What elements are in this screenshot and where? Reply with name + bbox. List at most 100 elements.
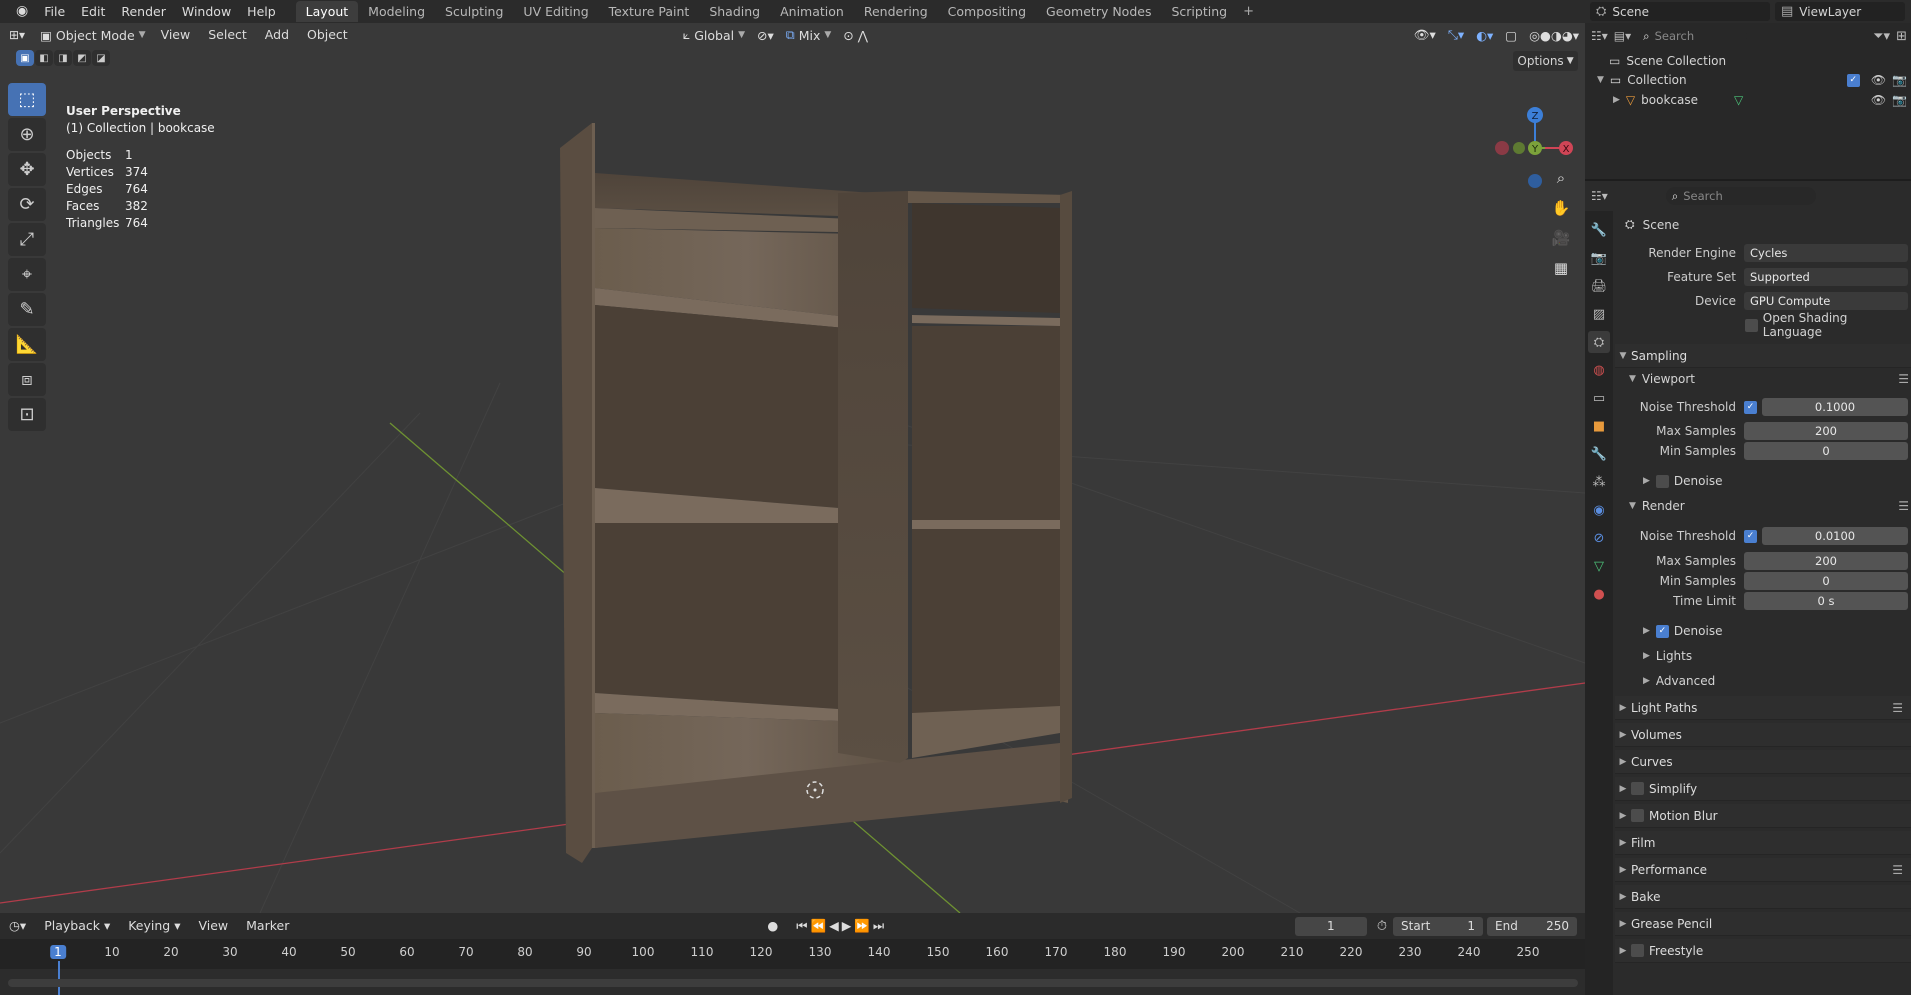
- r-denoise-row[interactable]: ▶ ✓ Denoise: [1643, 621, 1911, 641]
- simplify-checkbox[interactable]: [1631, 782, 1644, 795]
- 3d-viewport[interactable]: ⊞▾ ▣ Object Mode ▼ View Select Add Objec…: [0, 23, 1585, 913]
- collection-tab-icon[interactable]: ▭: [1588, 387, 1610, 409]
- scale-icon[interactable]: ⤢: [8, 223, 46, 256]
- filter-icon[interactable]: ⏷▾: [1873, 29, 1890, 44]
- panel-volumes[interactable]: ▶ Volumes: [1615, 723, 1911, 747]
- display-mode-icon[interactable]: ▤▾: [1614, 29, 1631, 43]
- particles-tab-icon[interactable]: ⁂: [1588, 471, 1610, 493]
- r-max-samples-field[interactable]: 200: [1744, 552, 1908, 570]
- r-noise-threshold-field[interactable]: 0.0100: [1762, 527, 1908, 545]
- pan-hand-icon[interactable]: ✋: [1548, 195, 1574, 221]
- panel-light-paths[interactable]: ▶ Light Paths ☰: [1615, 696, 1911, 720]
- panel-film[interactable]: ▶ Film: [1615, 831, 1911, 855]
- object-tab-icon[interactable]: ■: [1588, 415, 1610, 437]
- list-icon[interactable]: ☰: [1898, 499, 1909, 513]
- menu-timeline-view[interactable]: View: [189, 915, 237, 937]
- tool-tab-icon[interactable]: 🔧: [1588, 219, 1610, 241]
- panel-freestyle[interactable]: ▶ Freestyle: [1615, 939, 1911, 963]
- chevron-right-icon[interactable]: ▶: [1613, 95, 1620, 105]
- feature-set-select[interactable]: Supported: [1744, 268, 1908, 286]
- view-layer-tab-icon[interactable]: ▨: [1588, 303, 1610, 325]
- scene-tab-icon[interactable]: ⛭: [1588, 331, 1610, 353]
- move-icon[interactable]: ✥: [8, 153, 46, 186]
- mode-dropdown[interactable]: ▣ Object Mode ▼: [34, 25, 151, 45]
- tab-compositing[interactable]: Compositing: [938, 1, 1036, 22]
- chevron-down-icon[interactable]: ▼: [1597, 75, 1604, 85]
- menu-marker[interactable]: Marker: [237, 915, 298, 937]
- pivot-point-dropdown[interactable]: ⊘▾: [751, 25, 780, 45]
- current-frame-field[interactable]: 1: [1294, 916, 1367, 936]
- select-box-icon[interactable]: ⬚: [8, 83, 46, 116]
- outliner-row-collection[interactable]: ▼ ▭ Collection ✓ 👁 📷: [1597, 73, 1907, 87]
- proportional-edit-toggle[interactable]: ⊙ ⋀: [837, 25, 874, 45]
- r-min-samples-field[interactable]: 0: [1744, 572, 1908, 590]
- vp-denoise-checkbox[interactable]: [1655, 474, 1669, 488]
- vp-min-samples-field[interactable]: 0: [1744, 442, 1908, 460]
- new-collection-icon[interactable]: ⊞: [1896, 29, 1907, 44]
- physics-tab-icon[interactable]: ◉: [1588, 499, 1610, 521]
- tab-scripting[interactable]: Scripting: [1161, 1, 1237, 22]
- motion-blur-checkbox[interactable]: [1631, 809, 1644, 822]
- xray-toggle[interactable]: ▢: [1499, 25, 1523, 45]
- vp-max-samples-field[interactable]: 200: [1744, 422, 1908, 440]
- annotate-icon[interactable]: ✎: [8, 293, 46, 326]
- tab-uv-editing[interactable]: UV Editing: [513, 1, 598, 22]
- material-tab-icon[interactable]: ●: [1588, 583, 1610, 605]
- timeline-scrollbar[interactable]: [8, 979, 1578, 987]
- camera-icon[interactable]: 📷: [1892, 73, 1907, 87]
- advanced-subpanel[interactable]: ▶ Advanced: [1643, 671, 1911, 691]
- menu-render[interactable]: Render: [113, 0, 174, 23]
- panel-curves[interactable]: ▶ Curves: [1615, 750, 1911, 774]
- freestyle-checkbox[interactable]: [1631, 944, 1644, 957]
- playback-controls[interactable]: ⏮⏪◀▶⏩⏭: [787, 915, 896, 937]
- playhead-line[interactable]: [58, 961, 60, 995]
- list-icon[interactable]: ☰: [1898, 372, 1909, 386]
- add-workspace-icon[interactable]: +: [1237, 4, 1260, 19]
- tab-layout[interactable]: Layout: [295, 1, 359, 22]
- bookcase-mesh[interactable]: [560, 123, 1072, 863]
- tab-animation[interactable]: Animation: [770, 1, 854, 22]
- render-engine-select[interactable]: Cycles: [1744, 244, 1908, 262]
- eye-icon[interactable]: 👁: [1871, 93, 1886, 107]
- editor-type-icon[interactable]: ⊞▾: [0, 24, 34, 46]
- eye-icon[interactable]: 👁: [1871, 73, 1886, 87]
- panel-motion-blur[interactable]: ▶ Motion Blur: [1615, 804, 1911, 828]
- blender-logo-icon[interactable]: ◉: [8, 0, 36, 23]
- transform-orientation-dropdown[interactable]: ⟀ Global ▼: [677, 25, 751, 45]
- tab-modeling[interactable]: Modeling: [358, 1, 435, 22]
- gizmo-toggle[interactable]: ⤡▾: [1442, 25, 1470, 45]
- menu-file[interactable]: File: [36, 0, 73, 23]
- panel-bake[interactable]: ▶ Bake: [1615, 885, 1911, 909]
- timeline-editor-icon[interactable]: ◷▾: [0, 915, 35, 937]
- camera-icon[interactable]: 📷: [1892, 93, 1907, 107]
- menu-edit[interactable]: Edit: [73, 0, 113, 23]
- select-extend-icon[interactable]: ◧: [35, 50, 53, 66]
- overlay-toggle[interactable]: ◐▾: [1470, 25, 1499, 45]
- tab-texture-paint[interactable]: Texture Paint: [599, 1, 700, 22]
- grid-view-icon[interactable]: ▦: [1548, 255, 1574, 281]
- r-denoise-checkbox[interactable]: ✓: [1655, 624, 1669, 638]
- render-subpanel-header[interactable]: ▼ Render ☰: [1629, 496, 1911, 516]
- menu-add[interactable]: Add: [256, 24, 298, 46]
- list-icon[interactable]: ☰: [1892, 863, 1903, 877]
- r-noise-threshold-checkbox[interactable]: ✓: [1744, 529, 1757, 543]
- properties-editor-icon[interactable]: ☷▾: [1591, 189, 1608, 203]
- rotate-icon[interactable]: ⟳: [8, 188, 46, 221]
- visibility-dropdown[interactable]: 👁▾: [1408, 25, 1442, 45]
- menu-view[interactable]: View: [152, 24, 200, 46]
- tab-geometry-nodes[interactable]: Geometry Nodes: [1036, 1, 1161, 22]
- r-time-limit-field[interactable]: 0 s: [1744, 592, 1908, 610]
- view-layer-selector[interactable]: ▤ ViewLayer: [1775, 2, 1905, 21]
- render-tab-icon[interactable]: 📷: [1588, 247, 1610, 269]
- tab-sculpting[interactable]: Sculpting: [435, 1, 513, 22]
- sampling-panel-header[interactable]: ▼ Sampling: [1615, 344, 1911, 368]
- select-intersect-icon[interactable]: ◪: [92, 50, 110, 66]
- stopwatch-icon[interactable]: ⏱: [1377, 919, 1387, 934]
- panel-grease-pencil[interactable]: ▶ Grease Pencil: [1615, 912, 1911, 936]
- exclude-checkbox[interactable]: ✓: [1846, 73, 1860, 87]
- tab-rendering[interactable]: Rendering: [854, 1, 938, 22]
- world-tab-icon[interactable]: ◍: [1588, 359, 1610, 381]
- record-icon[interactable]: ●: [758, 915, 787, 937]
- camera-icon[interactable]: 🎥: [1548, 225, 1574, 251]
- menu-playback[interactable]: Playback ▾: [35, 915, 119, 937]
